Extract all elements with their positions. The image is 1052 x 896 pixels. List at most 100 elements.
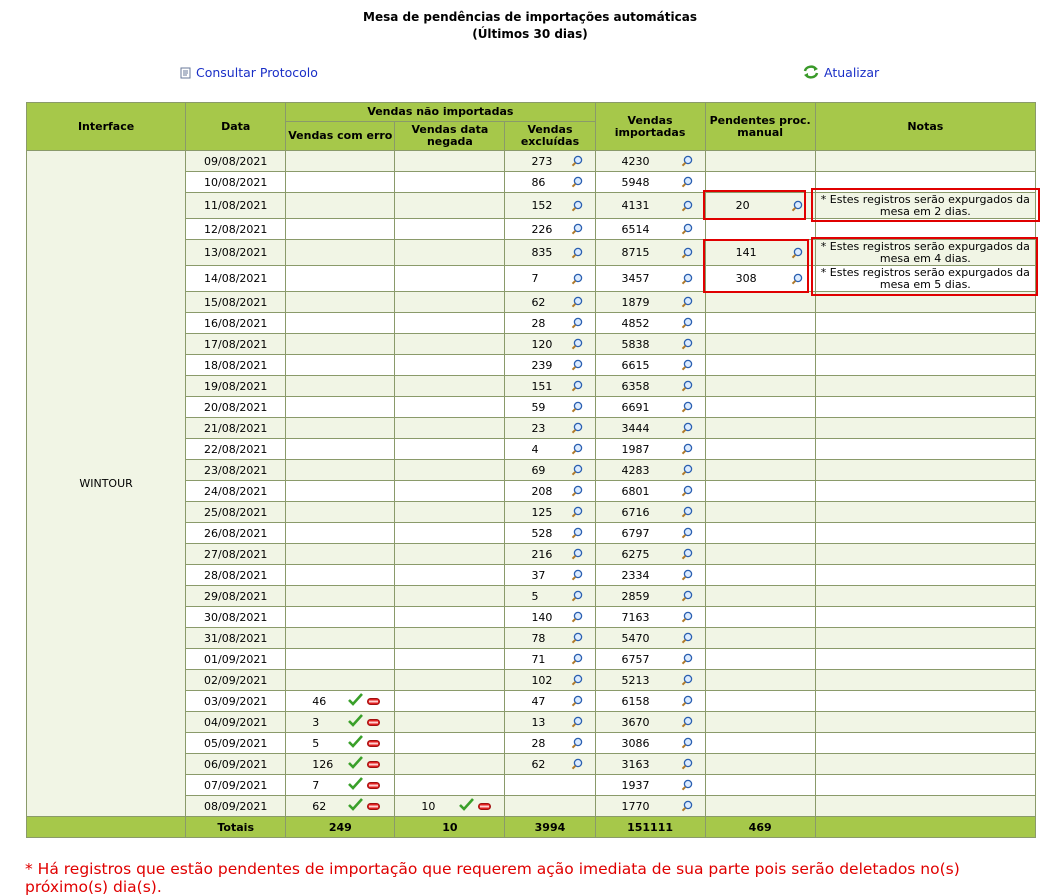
nota-cell	[814, 171, 1037, 193]
magnifier-icon[interactable]	[571, 380, 583, 392]
remove-icon[interactable]	[367, 737, 381, 750]
magnifier-icon[interactable]	[681, 611, 693, 623]
remove-icon[interactable]	[367, 758, 381, 771]
magnifier-icon[interactable]	[681, 716, 693, 728]
approve-icon[interactable]	[459, 798, 475, 814]
magnifier-icon[interactable]	[681, 527, 693, 539]
importadas-value: 1879	[621, 295, 650, 309]
erro-cell: 5	[285, 732, 396, 754]
magnifier-icon[interactable]	[571, 422, 583, 434]
magnifier-icon[interactable]	[571, 716, 583, 728]
magnifier-icon[interactable]	[571, 338, 583, 350]
excluidas-cell: 273	[504, 150, 596, 172]
importadas-value: 7163	[621, 610, 650, 624]
total-negada: 10	[394, 816, 506, 838]
approve-icon[interactable]	[348, 756, 364, 772]
magnifier-icon[interactable]	[791, 200, 803, 212]
magnifier-icon[interactable]	[681, 380, 693, 392]
magnifier-icon[interactable]	[681, 695, 693, 707]
magnifier-icon[interactable]	[571, 317, 583, 329]
magnifier-icon[interactable]	[681, 422, 693, 434]
excluidas-cell: 69	[504, 459, 596, 481]
magnifier-icon[interactable]	[681, 800, 693, 812]
magnifier-icon[interactable]	[681, 464, 693, 476]
magnifier-icon[interactable]	[681, 569, 693, 581]
remove-icon[interactable]	[367, 716, 381, 729]
remove-icon[interactable]	[367, 695, 381, 708]
magnifier-icon[interactable]	[571, 464, 583, 476]
magnifier-icon[interactable]	[681, 176, 693, 188]
magnifier-icon[interactable]	[571, 359, 583, 371]
magnifier-icon[interactable]	[681, 779, 693, 791]
magnifier-icon[interactable]	[681, 590, 693, 602]
magnifier-icon[interactable]	[571, 611, 583, 623]
magnifier-icon[interactable]	[681, 200, 693, 212]
magnifier-icon[interactable]	[571, 155, 583, 167]
pendentes-cell	[704, 711, 816, 733]
magnifier-icon[interactable]	[681, 758, 693, 770]
magnifier-icon[interactable]	[681, 223, 693, 235]
magnifier-icon[interactable]	[571, 200, 583, 212]
magnifier-icon[interactable]	[681, 485, 693, 497]
magnifier-icon[interactable]	[681, 674, 693, 686]
excluidas-cell: 62	[504, 753, 596, 775]
date-cell: 02/09/2021	[185, 669, 287, 691]
magnifier-icon[interactable]	[571, 527, 583, 539]
negada-cell	[394, 501, 506, 523]
magnifier-icon[interactable]	[571, 653, 583, 665]
magnifier-icon[interactable]	[571, 695, 583, 707]
magnifier-icon[interactable]	[571, 737, 583, 749]
magnifier-icon[interactable]	[571, 296, 583, 308]
magnifier-icon[interactable]	[681, 443, 693, 455]
nota-cell	[814, 564, 1037, 586]
magnifier-icon[interactable]	[571, 176, 583, 188]
magnifier-icon[interactable]	[681, 737, 693, 749]
magnifier-icon[interactable]	[571, 674, 583, 686]
magnifier-icon[interactable]	[681, 506, 693, 518]
magnifier-icon[interactable]	[791, 247, 803, 259]
remove-icon[interactable]	[478, 800, 492, 813]
magnifier-icon[interactable]	[681, 338, 693, 350]
magnifier-icon[interactable]	[571, 590, 583, 602]
magnifier-icon[interactable]	[681, 296, 693, 308]
magnifier-icon[interactable]	[571, 273, 583, 285]
magnifier-icon[interactable]	[571, 758, 583, 770]
approve-icon[interactable]	[348, 735, 364, 751]
importadas-cell: 7163	[594, 606, 706, 628]
pendencias-table: Interface Data Vendas não importadas Ven…	[25, 102, 1037, 838]
erro-cell	[285, 354, 396, 376]
magnifier-icon[interactable]	[791, 273, 803, 285]
approve-icon[interactable]	[348, 693, 364, 709]
magnifier-icon[interactable]	[571, 506, 583, 518]
magnifier-icon[interactable]	[571, 443, 583, 455]
magnifier-icon[interactable]	[681, 247, 693, 259]
magnifier-icon[interactable]	[681, 401, 693, 413]
remove-icon[interactable]	[367, 800, 381, 813]
approve-icon[interactable]	[348, 714, 364, 730]
importadas-value: 6158	[621, 694, 650, 708]
excluidas-value: 62	[531, 757, 546, 771]
magnifier-icon[interactable]	[571, 632, 583, 644]
magnifier-icon[interactable]	[571, 223, 583, 235]
magnifier-icon[interactable]	[681, 317, 693, 329]
pendentes-cell: 20	[704, 192, 816, 219]
magnifier-icon[interactable]	[681, 155, 693, 167]
magnifier-icon[interactable]	[681, 653, 693, 665]
magnifier-icon[interactable]	[571, 569, 583, 581]
magnifier-icon[interactable]	[681, 548, 693, 560]
magnifier-icon[interactable]	[571, 247, 583, 259]
magnifier-icon[interactable]	[571, 548, 583, 560]
consultar-protocolo-link[interactable]: Consultar Protocolo	[180, 65, 318, 80]
magnifier-icon[interactable]	[681, 359, 693, 371]
approve-icon[interactable]	[348, 798, 364, 814]
magnifier-icon[interactable]	[681, 273, 693, 285]
remove-icon[interactable]	[367, 779, 381, 792]
date-cell: 17/08/2021	[185, 333, 287, 355]
magnifier-icon[interactable]	[681, 632, 693, 644]
atualizar-link[interactable]: Atualizar	[802, 64, 879, 80]
page-title: Mesa de pendências de importações automá…	[0, 9, 1052, 43]
magnifier-icon[interactable]	[571, 485, 583, 497]
date-cell: 04/09/2021	[185, 711, 287, 733]
approve-icon[interactable]	[348, 777, 364, 793]
magnifier-icon[interactable]	[571, 401, 583, 413]
